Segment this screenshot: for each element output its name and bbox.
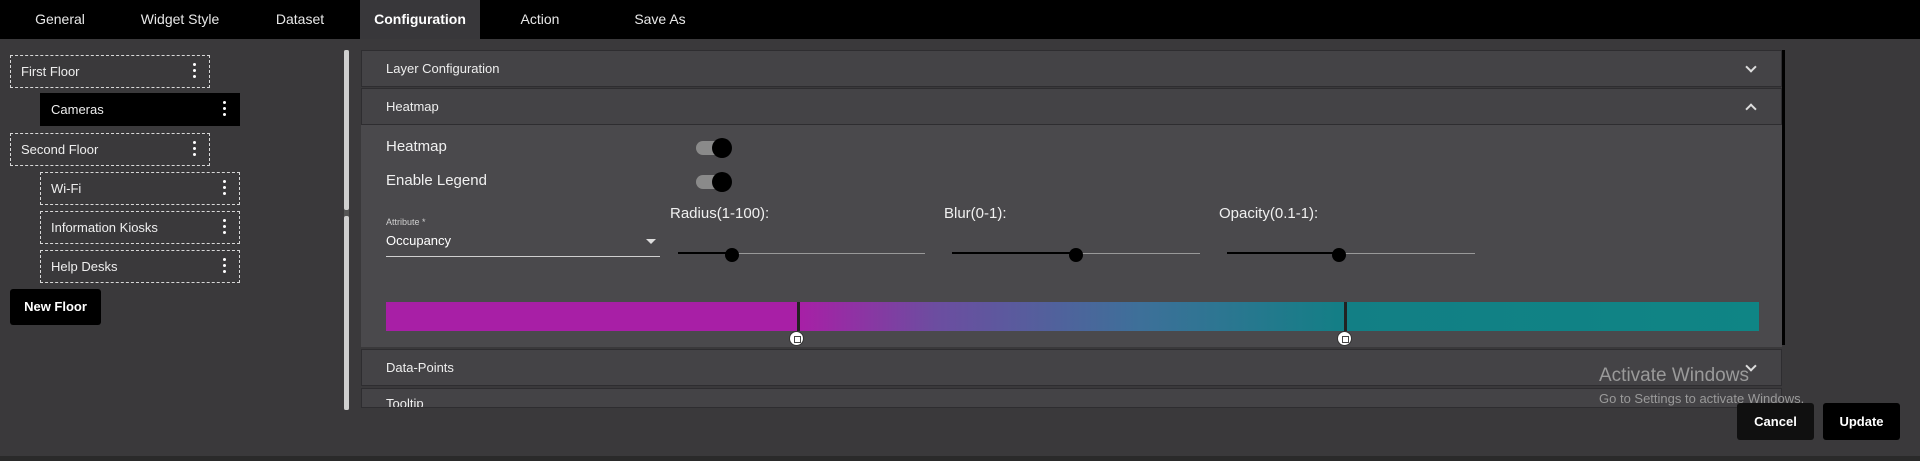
attribute-select[interactable]: Occupancy [386,233,451,248]
sidebar-item-cameras[interactable]: Cameras [40,93,240,126]
update-button[interactable]: Update [1823,403,1900,440]
tab-dataset[interactable]: Dataset [240,0,360,39]
more-vert-icon[interactable] [193,141,197,159]
attribute-label: Attribute * [386,217,426,227]
tab-configuration[interactable]: Configuration [360,0,480,39]
gradient-stop-marker[interactable] [797,302,800,331]
sidebar-item-help-desks[interactable]: Help Desks [40,250,240,283]
sidebar-item-label: Second Floor [21,142,99,157]
gradient-stop-marker[interactable] [1344,302,1347,331]
bottom-strip [0,456,1920,461]
tooltip-panel[interactable]: Tooltip [361,388,1782,408]
sidebar-item-first-floor[interactable]: First Floor [10,55,210,88]
enable-legend-label: Enable Legend [386,172,487,189]
sidebar-item-information-kiosks[interactable]: Information Kiosks [40,211,240,244]
tab-widget-style[interactable]: Widget Style [120,0,240,39]
panel-title: Heatmap [386,99,439,114]
layer-configuration-panel[interactable]: Layer Configuration [361,50,1782,87]
opacity-slider[interactable] [1227,248,1475,262]
tab-save-as[interactable]: Save As [600,0,720,39]
more-vert-icon[interactable] [223,258,227,276]
panel-title: Layer Configuration [386,61,500,76]
blur-label: Blur(0-1): [944,205,1007,222]
sidebar-item-label: Information Kiosks [51,220,158,235]
chevron-down-icon[interactable] [1745,61,1757,73]
sidebar-item-second-floor[interactable]: Second Floor [10,133,210,166]
scrollbar-thumb[interactable] [344,50,349,210]
more-vert-icon[interactable] [223,219,227,237]
activate-windows-title: Activate Windows [1599,365,1749,386]
more-vert-icon[interactable] [193,63,197,81]
radius-slider[interactable] [678,248,925,262]
more-vert-icon[interactable] [223,180,227,198]
new-floor-button[interactable]: New Floor [10,289,101,325]
more-vert-icon[interactable] [223,101,227,119]
heatmap-toggle-label: Heatmap [386,138,447,155]
radius-label: Radius(1-100): [670,205,770,222]
panel-header[interactable]: Heatmap [362,89,1781,125]
tab-general[interactable]: General [0,0,120,39]
sidebar-item-wifi[interactable]: Wi-Fi [40,172,240,205]
chevron-up-icon[interactable] [1745,103,1757,115]
panel-scrollbar[interactable] [1782,50,1785,345]
enable-legend-toggle[interactable] [696,172,732,192]
gradient-stop-handle[interactable] [1337,331,1352,346]
panel-header[interactable]: Tooltip [362,389,1781,408]
cancel-button[interactable]: Cancel [1737,403,1814,440]
gradient-stop-handle[interactable] [789,331,804,346]
sidebar-scrollbar[interactable] [344,50,349,410]
panel-title: Data-Points [386,360,454,375]
top-tab-bar: General Widget Style Dataset Configurati… [0,0,1920,39]
panel-header[interactable]: Layer Configuration [362,51,1781,87]
tab-action[interactable]: Action [480,0,600,39]
data-points-panel[interactable]: Data-Points [361,349,1782,386]
panel-header[interactable]: Data-Points [362,350,1781,386]
sidebar-item-label: Wi-Fi [51,181,82,196]
attribute-underline [386,256,660,257]
scrollbar-thumb[interactable] [344,216,349,410]
sidebar-item-label: First Floor [21,64,80,79]
sidebar-item-label: Cameras [51,102,104,117]
opacity-label: Opacity(0.1-1): [1219,205,1319,222]
caret-down-icon[interactable] [646,239,656,244]
sidebar-item-label: Help Desks [51,259,118,274]
panel-title: Tooltip [386,396,424,408]
blur-slider[interactable] [952,248,1200,262]
heatmap-toggle[interactable] [696,138,732,158]
heatmap-gradient-bar [386,302,1759,331]
heatmap-panel[interactable]: Heatmap [361,88,1782,125]
